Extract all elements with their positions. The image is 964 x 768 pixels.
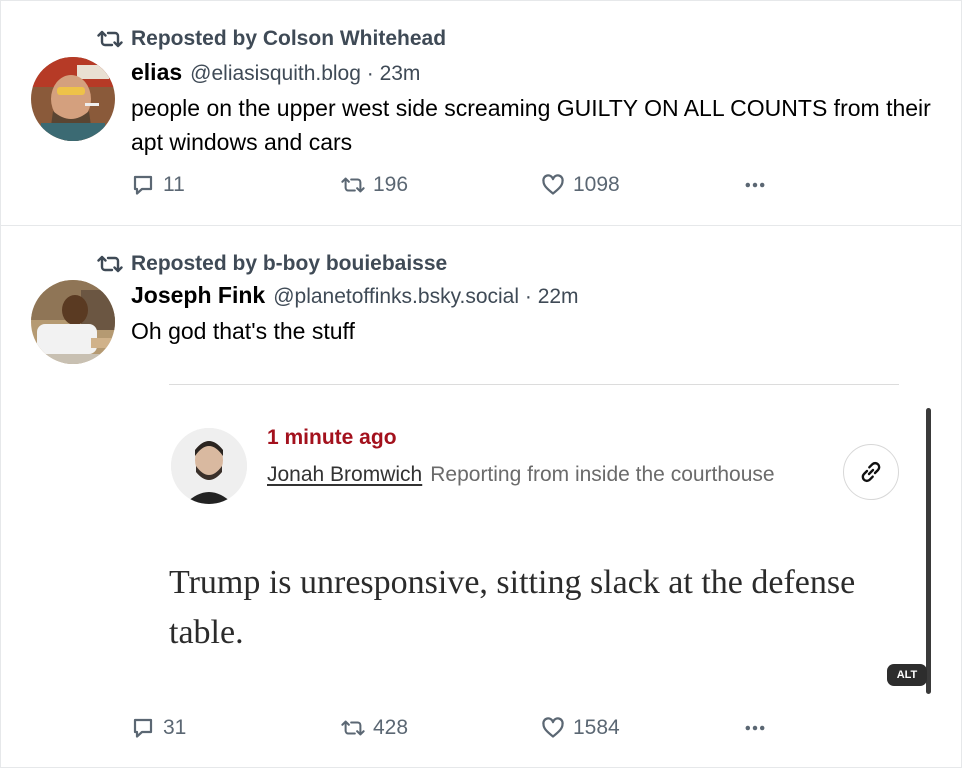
reporter-avatar (171, 428, 247, 504)
more-icon (745, 725, 765, 731)
repost-icon (341, 177, 365, 193)
reply-button[interactable]: 31 (131, 716, 186, 740)
post[interactable]: Reposted by b-boy bouiebaisse Joseph Fin… (0, 226, 962, 768)
author-handle-time[interactable]: @planetoffinks.bsky.social · 22m (273, 285, 578, 309)
like-button[interactable]: 1098 (541, 173, 620, 197)
post-actions: 31 428 1584 (131, 716, 781, 746)
reporter-avatar-image (171, 428, 247, 504)
more-options-button[interactable] (743, 173, 767, 197)
reporter-name: Jonah Bromwich (267, 463, 423, 486)
more-icon (745, 182, 765, 188)
reply-count: 11 (163, 173, 185, 196)
repost-count: 428 (373, 716, 409, 739)
reporter-byline: Jonah Bromwich Reporting from inside the … (267, 458, 787, 491)
reply-icon (133, 175, 153, 195)
repost-icon (97, 30, 123, 48)
repost-button[interactable]: 196 (341, 173, 408, 197)
more-options-button[interactable] (743, 716, 767, 740)
post-text: Oh god that's the stuff (131, 318, 355, 344)
reporter-role: Reporting from inside the courthouse (430, 463, 775, 486)
repost-button[interactable]: 428 (341, 716, 408, 740)
author-handle-time[interactable]: @eliasisquith.blog · 23m (190, 62, 420, 86)
repost-count: 196 (373, 173, 409, 196)
post[interactable]: Reposted by Colson Whitehead elias @elia… (0, 0, 962, 226)
avatar[interactable] (31, 280, 115, 364)
avatar[interactable] (31, 57, 115, 141)
repost-indicator[interactable]: Reposted by b-boy bouiebaisse (97, 252, 447, 276)
heart-icon (542, 717, 564, 738)
repost-label: Reposted by b-boy bouiebaisse (131, 252, 448, 275)
post-text: people on the upper west side screaming … (131, 95, 931, 155)
reply-button[interactable]: 11 (131, 173, 185, 197)
repost-label: Reposted by Colson Whitehead (131, 27, 447, 50)
post-header: Joseph Fink @planetoffinks.bsky.social ·… (131, 282, 579, 309)
alt-text-badge[interactable]: ALT (887, 664, 927, 686)
repost-icon (341, 720, 365, 736)
avatar-image (31, 280, 115, 364)
share-link-button (843, 444, 899, 500)
author-name[interactable]: Joseph Fink (131, 282, 265, 309)
scrollbar (926, 408, 931, 694)
feed: Reposted by Colson Whitehead elias @elia… (0, 0, 964, 768)
avatar-image (31, 57, 115, 141)
quoted-update-text: Trump is unresponsive, sitting slack at … (169, 564, 856, 651)
repost-indicator[interactable]: Reposted by Colson Whitehead (97, 27, 446, 51)
post-header: elias @eliasisquith.blog · 23m (131, 59, 420, 86)
like-button[interactable]: 1584 (541, 716, 620, 740)
repost-icon (97, 255, 123, 273)
link-icon (861, 461, 881, 483)
reply-count: 31 (163, 716, 187, 739)
live-timestamp: 1 minute ago (267, 426, 397, 449)
like-count: 1098 (573, 173, 620, 196)
divider (169, 384, 899, 385)
reply-icon (133, 718, 153, 738)
like-count: 1584 (573, 716, 620, 739)
post-actions: 11 196 1098 (131, 173, 781, 203)
embedded-image[interactable]: 1 minute ago Jonah Bromwich Reporting fro… (169, 382, 931, 694)
author-name[interactable]: elias (131, 59, 182, 86)
heart-icon (542, 174, 564, 195)
